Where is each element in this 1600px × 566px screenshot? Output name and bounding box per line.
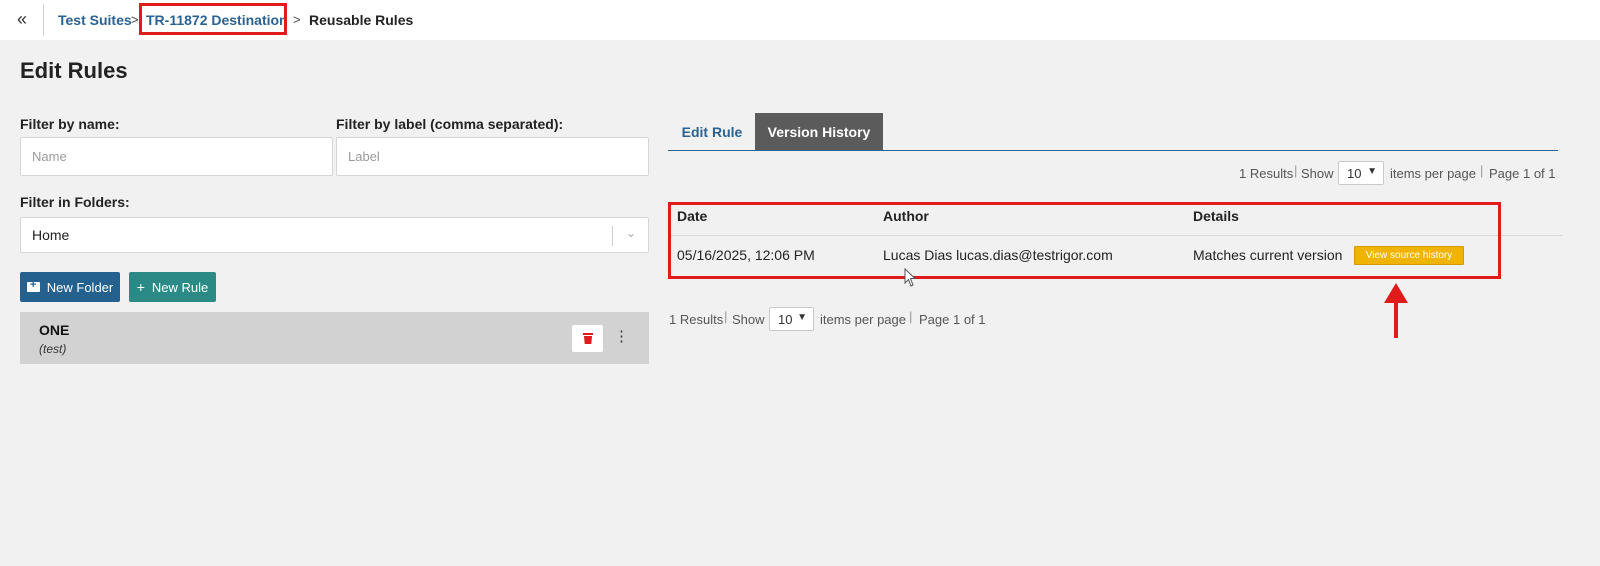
topbar-divider xyxy=(43,4,44,36)
filter-label-input[interactable] xyxy=(336,137,649,176)
annotation-highlight-table-row xyxy=(668,202,1501,279)
breadcrumb-reusable-rules: Reusable Rules xyxy=(309,12,414,28)
tab-version-history[interactable]: Version History xyxy=(755,113,883,150)
folder-select[interactable]: Home ⌄ xyxy=(20,217,649,253)
top-bar: « Test Suites > TR-11872 Destination > R… xyxy=(0,0,1600,40)
items-per-page-select[interactable]: 10 ▼ xyxy=(1338,161,1384,185)
mouse-cursor-icon xyxy=(904,268,917,287)
annotation-arrow-icon xyxy=(1384,283,1408,338)
chevron-down-icon: ⌄ xyxy=(625,226,636,240)
items-per-page-value: 10 xyxy=(778,312,793,327)
delete-rule-button[interactable] xyxy=(572,325,603,352)
trash-icon xyxy=(583,333,593,344)
pager-divider: | xyxy=(724,309,728,324)
pager-divider: | xyxy=(909,309,913,324)
new-folder-button[interactable]: New Folder xyxy=(20,272,120,302)
breadcrumb-separator: > xyxy=(131,12,139,27)
pager-divider: | xyxy=(1294,163,1298,178)
pager-show-label: Show xyxy=(732,312,765,327)
items-per-page-label: items per page xyxy=(820,312,906,327)
items-per-page-select[interactable]: 10 ▼ xyxy=(769,307,814,331)
new-folder-label: New Folder xyxy=(46,279,114,295)
new-rule-button[interactable]: + New Rule xyxy=(129,272,216,302)
filter-name-label: Filter by name: xyxy=(20,116,120,132)
pager-show-label: Show xyxy=(1301,166,1334,181)
rule-list-item[interactable]: ONE (test) ⋮ xyxy=(20,312,649,364)
select-divider xyxy=(612,226,613,246)
folder-select-value: Home xyxy=(32,227,70,243)
items-per-page-label: items per page xyxy=(1390,166,1476,181)
rule-label: (test) xyxy=(39,342,67,356)
chevron-down-icon: ▼ xyxy=(797,312,807,323)
pager-page-info: Page 1 of 1 xyxy=(919,312,986,327)
chevron-down-icon: ▼ xyxy=(1367,166,1377,177)
breadcrumb-test-suites[interactable]: Test Suites xyxy=(58,12,132,28)
pager-results-count: 1 Results xyxy=(669,312,724,327)
tab-edit-rule[interactable]: Edit Rule xyxy=(670,113,754,150)
vertical-dots-icon[interactable]: ⋮ xyxy=(614,326,629,350)
rule-name: ONE xyxy=(39,322,70,338)
annotation-highlight-breadcrumb xyxy=(139,3,287,35)
folder-plus-icon xyxy=(26,279,40,292)
new-rule-label: New Rule xyxy=(151,279,209,295)
items-per-page-value: 10 xyxy=(1347,166,1362,181)
pager-results-count: 1 Results xyxy=(1239,166,1294,181)
collapse-sidebar-icon[interactable]: « xyxy=(10,8,34,32)
filter-label-label: Filter by label (comma separated): xyxy=(336,116,564,132)
tabs-underline xyxy=(668,150,1558,151)
plus-icon: + xyxy=(136,279,145,295)
pager-divider: | xyxy=(1480,163,1484,178)
pager-page-info: Page 1 of 1 xyxy=(1489,166,1556,181)
page-title: Edit Rules xyxy=(20,58,128,83)
breadcrumb-separator: > xyxy=(293,12,301,27)
filter-name-input[interactable] xyxy=(20,137,333,176)
filter-folders-label: Filter in Folders: xyxy=(20,194,130,210)
